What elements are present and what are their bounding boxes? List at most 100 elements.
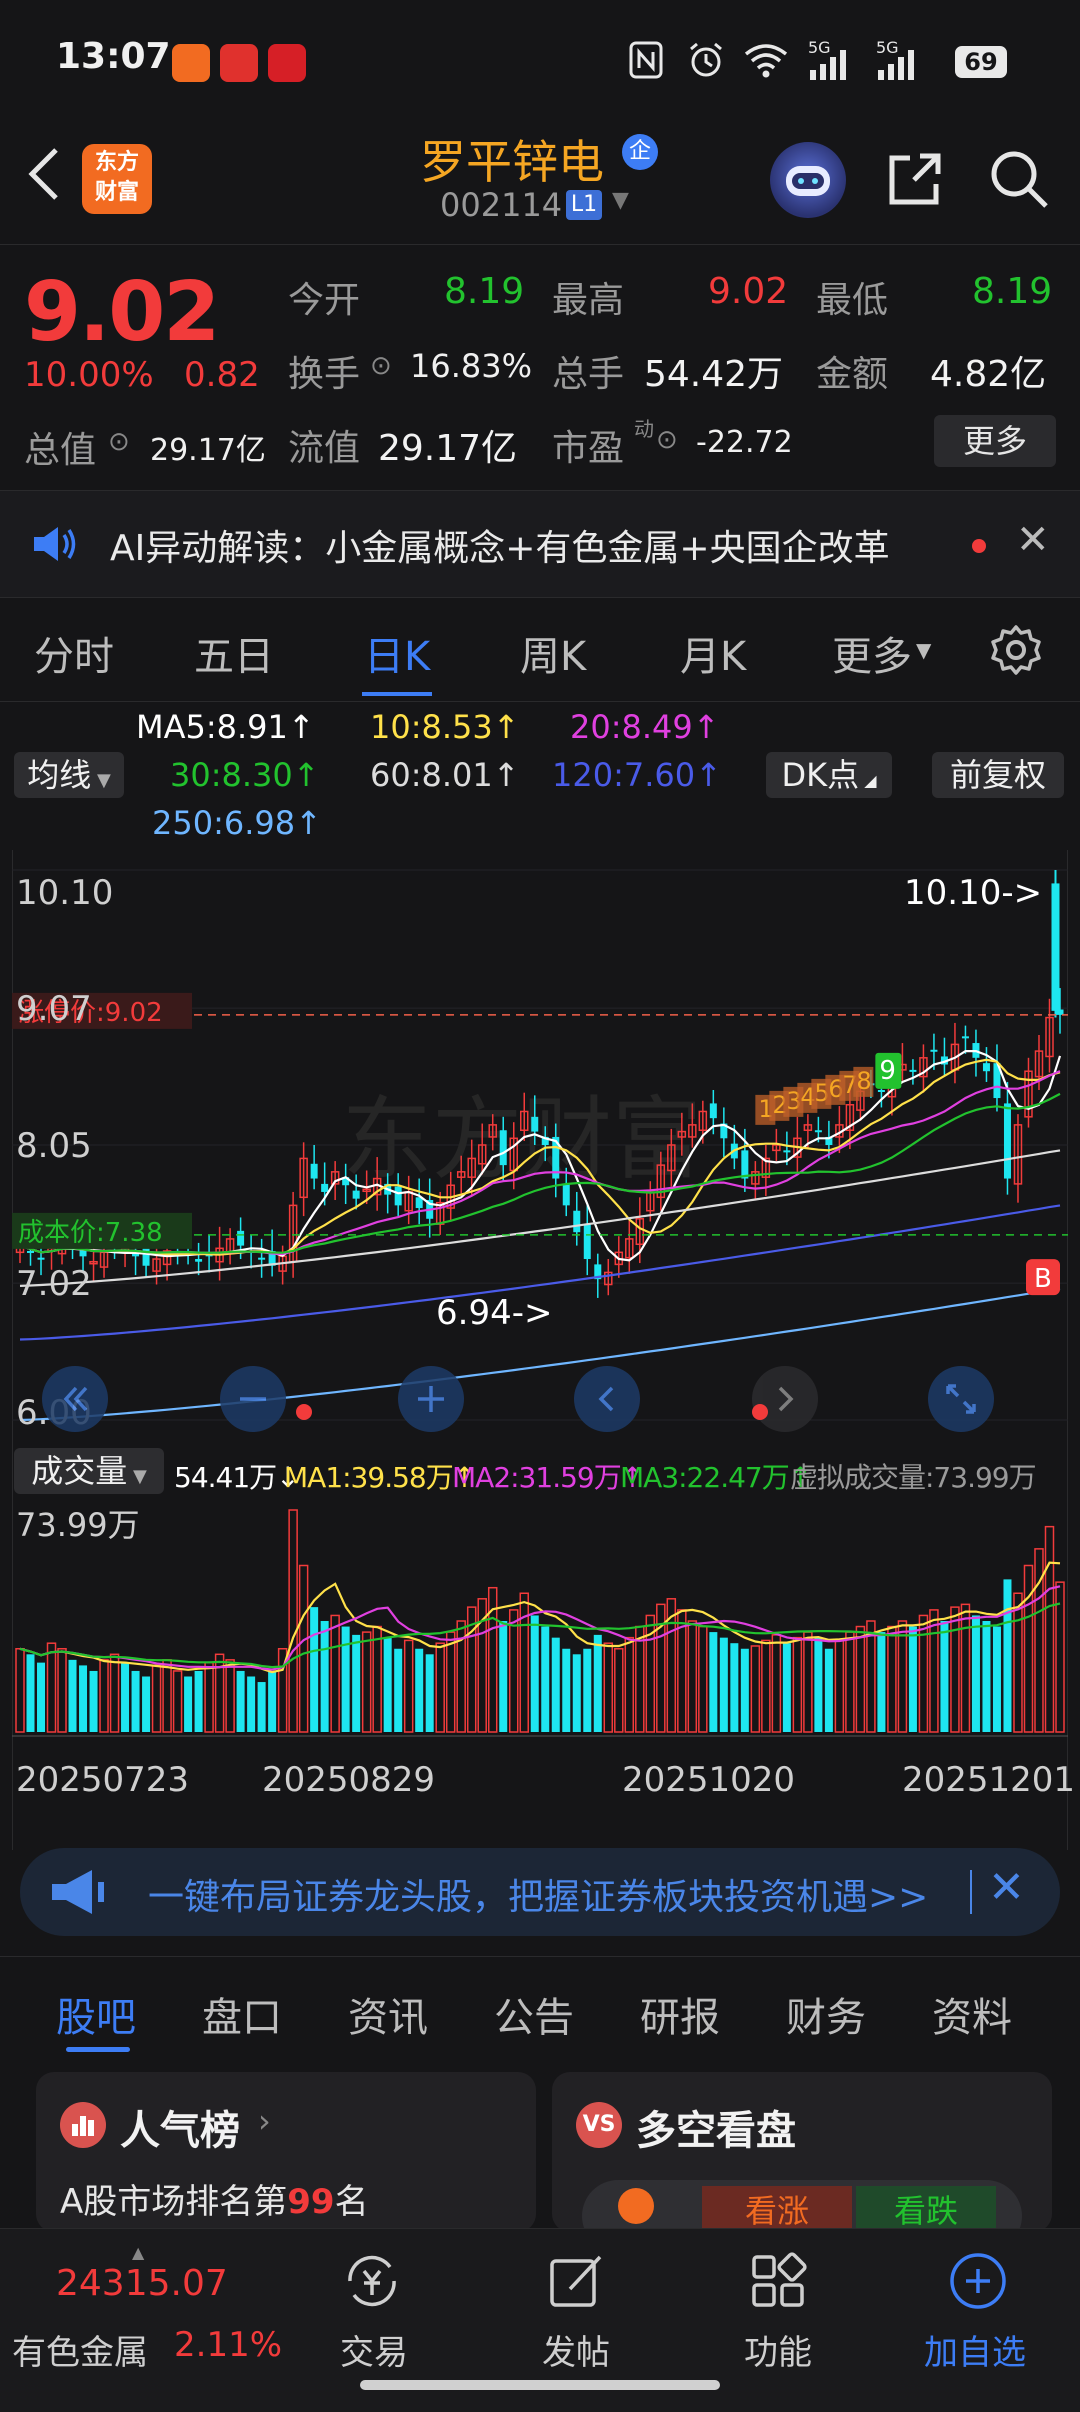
amount-label: 金额 <box>816 354 889 395</box>
open-value: 8.19 <box>444 271 525 312</box>
divider <box>970 1870 972 1914</box>
post-label[interactable]: 发帖 <box>542 2325 610 2374</box>
dk-marker-label: 9 <box>879 1056 896 1086</box>
sector-name[interactable]: 有色金属 <box>12 2325 148 2374</box>
trade-label[interactable]: 交易 <box>340 2325 408 2374</box>
post-icon[interactable] <box>544 2249 608 2317</box>
dk-point-button[interactable]: DK点 ◢ <box>766 752 892 798</box>
share-icon[interactable] <box>880 144 950 214</box>
tab-profile[interactable]: 资料 <box>932 1985 1012 2043</box>
tab-monthly-k[interactable]: 月K <box>680 624 746 682</box>
caret-down-icon[interactable]: ▼ <box>612 188 629 213</box>
mktcap-value: 29.17亿 <box>150 433 266 468</box>
notification-dot <box>752 1404 768 1420</box>
volume-bar <box>89 1670 98 1732</box>
volume-chart[interactable]: 73.99万 <box>12 1500 1068 1738</box>
open-label: 今开 <box>288 280 361 321</box>
zoom-out-button[interactable] <box>220 1366 286 1432</box>
volume-bar <box>845 1631 855 1733</box>
low-value: 8.19 <box>972 271 1053 312</box>
volume-bar <box>750 1645 761 1733</box>
sector-index-value[interactable]: 24315.07 <box>56 2263 228 2304</box>
ai-banner-text[interactable]: AI异动解读：小金属概念+有色金属+央国企改革 <box>110 519 890 571</box>
tab-more[interactable]: 更多 <box>832 624 912 682</box>
info-icon[interactable]: ⊙ <box>370 351 392 381</box>
tab-intraday[interactable]: 分时 <box>34 624 114 682</box>
tab-announcements[interactable]: 公告 <box>494 1985 574 2043</box>
float-label: 流值 <box>288 428 361 469</box>
bear-button[interactable]: 看跌 <box>856 2186 996 2232</box>
tab-order-book[interactable]: 盘口 <box>202 1985 282 2043</box>
volume-bar <box>1044 1525 1055 1733</box>
close-icon[interactable]: ✕ <box>1016 517 1050 563</box>
robot-assistant-icon[interactable] <box>770 142 846 218</box>
candle <box>37 1257 45 1260</box>
next-button[interactable] <box>752 1366 818 1432</box>
stock-name[interactable]: 罗平锌电 <box>420 126 604 192</box>
y-axis-label: 7.02 <box>16 1264 92 1304</box>
trade-icon[interactable] <box>340 2249 404 2317</box>
more-button[interactable]: 更多 <box>934 415 1056 467</box>
tab-news[interactable]: 资讯 <box>348 1985 428 2043</box>
active-tab-indicator <box>66 2047 130 2052</box>
info-icon[interactable]: ⊙ <box>108 427 130 457</box>
chevron-right-icon: › <box>258 2102 271 2140</box>
zoom-in-button[interactable] <box>398 1366 464 1432</box>
popularity-card[interactable]: 人气榜 › A股市场排名第99名 <box>36 2072 536 2232</box>
volume-bar <box>330 1614 340 1733</box>
volume-bar <box>225 1659 235 1733</box>
add-watchlist-icon[interactable] <box>946 2249 1010 2317</box>
ranking-icon <box>60 2102 106 2148</box>
volume-bar <box>121 1662 130 1732</box>
tab-daily-k[interactable]: 日K <box>364 624 430 682</box>
volume-bar <box>1023 1564 1034 1733</box>
tab-weekly-k[interactable]: 周K <box>520 624 586 682</box>
close-icon[interactable]: ✕ <box>988 1862 1025 1913</box>
vs-icon: VS <box>576 2102 622 2148</box>
level-badge[interactable]: L1 <box>566 190 602 220</box>
status-bar: 13:07 5G 5G 69 <box>0 0 1080 124</box>
rewind-button[interactable] <box>42 1366 108 1432</box>
rank-suffix: 名 <box>334 2182 369 2222</box>
tab-five-day[interactable]: 五日 <box>194 624 274 682</box>
high-annotation: 10.10-> <box>904 873 1042 913</box>
volume-bar <box>1013 1592 1023 1733</box>
virtual-volume-label: 虚拟成交量:73.99万 <box>790 1461 1037 1494</box>
volume-bar <box>268 1670 277 1732</box>
volume-bar <box>834 1639 845 1733</box>
promo-banner[interactable]: 一键布局证券龙头股，把握证券板块投资机遇>> ✕ <box>20 1848 1060 1936</box>
expand-icon <box>946 1384 976 1414</box>
tab-forum[interactable]: 股吧 <box>56 1985 136 2043</box>
volume-selector-label: 成交量 <box>31 1452 128 1490</box>
volume-bar <box>435 1642 445 1733</box>
functions-label[interactable]: 功能 <box>744 2325 812 2374</box>
bull-bear-card[interactable]: VS 多空看盘 看涨 看跌 <box>552 2072 1052 2232</box>
tab-financials[interactable]: 财务 <box>786 1985 866 2043</box>
volume-selector-button[interactable]: 成交量 ▼ <box>14 1448 164 1494</box>
adjust-button[interactable]: 前复权 <box>932 752 1064 798</box>
settings-gear-icon[interactable] <box>990 624 1042 680</box>
candle <box>930 1049 938 1052</box>
volume-bar <box>46 1642 57 1733</box>
volume-bar <box>508 1609 519 1733</box>
caret-down-icon[interactable]: ▼ <box>916 638 931 662</box>
candle <box>258 1257 266 1260</box>
expand-button[interactable] <box>928 1366 994 1432</box>
info-icon[interactable]: ⊙ <box>656 425 678 455</box>
ma30-label: 30:8.30↑ <box>170 756 320 794</box>
kline-chart[interactable]: 东方财富涨停价:9.02成本价:7.3810.109.078.057.026.0… <box>12 850 1068 1436</box>
ma-selector-button[interactable]: 均线 ▼ <box>14 752 124 798</box>
next-icon <box>778 1386 794 1412</box>
search-icon[interactable] <box>984 144 1054 214</box>
volume-bar <box>247 1676 256 1732</box>
add-watchlist-label[interactable]: 加自选 <box>924 2325 1026 2374</box>
functions-icon[interactable] <box>746 2249 810 2317</box>
prev-button[interactable] <box>574 1366 640 1432</box>
promo-text[interactable]: 一键布局证券龙头股，把握证券板块投资机遇>> <box>148 1868 928 1920</box>
bull-button[interactable]: 看涨 <box>702 2186 852 2232</box>
volume-bar <box>151 1664 162 1733</box>
tab-research[interactable]: 研报 <box>640 1985 720 2043</box>
volume-bar <box>982 1621 991 1732</box>
back-button[interactable] <box>22 144 66 204</box>
ai-move-banner[interactable]: AI异动解读：小金属概念+有色金属+央国企改革 ✕ <box>0 490 1080 598</box>
